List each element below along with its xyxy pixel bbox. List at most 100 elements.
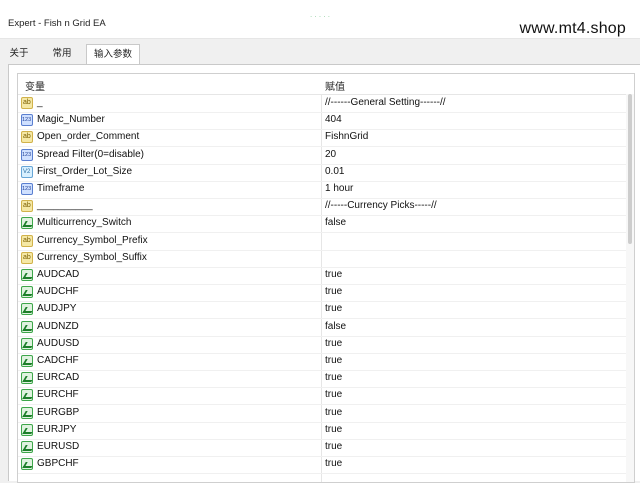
bool-type-icon	[21, 320, 33, 333]
bool-type-icon	[21, 269, 33, 281]
tab-panel: 变量 赋值 _ //------General Setting------// Ma…	[8, 64, 640, 483]
bool-type-icon	[21, 355, 33, 367]
param-value[interactable]: 1 hour	[325, 183, 353, 194]
window-titlebar: . . . . . Expert - Fish n Grid EA www.mt…	[0, 0, 640, 39]
table-row[interactable]: Open_order_Comment FishnGrid	[18, 129, 626, 148]
param-value[interactable]: true	[325, 407, 342, 418]
param-value[interactable]: true	[325, 441, 342, 452]
param-name: Magic_Number	[37, 114, 105, 126]
table-row[interactable]: AUDUSD true	[18, 336, 626, 354]
bool-type-icon	[21, 406, 33, 419]
table-row[interactable]: EURGBP true	[18, 405, 626, 423]
header-variable[interactable]: 变量	[25, 78, 45, 93]
bool-type-icon	[21, 458, 33, 471]
param-value[interactable]: 0.01	[325, 166, 344, 177]
param-name: CADCHF	[37, 355, 79, 366]
param-name: Open_order_Comment	[37, 131, 140, 143]
bool-type-icon	[21, 303, 33, 316]
table-row[interactable]: Timeframe 1 hour	[18, 181, 626, 199]
param-value[interactable]: 404	[325, 114, 342, 125]
param-name: EURCAD	[37, 372, 80, 384]
string-type-icon	[21, 234, 33, 247]
header-value[interactable]: 赋值	[325, 78, 345, 93]
param-value[interactable]: true	[325, 355, 342, 366]
param-name: Currency_Symbol_Prefix	[37, 234, 148, 246]
parameters-table: 变量 赋值 _ //------General Setting------// Ma…	[17, 73, 635, 483]
table-row[interactable]: EURCHF true	[18, 387, 626, 406]
param-name: EURGBP	[37, 406, 80, 418]
bool-type-icon	[21, 441, 33, 453]
param-value[interactable]: true	[325, 372, 342, 383]
string-type-icon	[21, 97, 33, 109]
table-row[interactable]: EURCAD true	[18, 370, 626, 389]
param-value[interactable]: false	[325, 321, 346, 332]
param-name: EURJPY	[37, 423, 77, 435]
param-name: Currency_Symbol_Suffix	[37, 251, 147, 263]
param-name: EURUSD	[37, 441, 80, 452]
param-name: Timeframe	[37, 183, 85, 194]
table-row[interactable]: Multicurrency_Switch false	[18, 215, 626, 234]
bool-type-icon	[21, 389, 33, 402]
bool-type-icon	[21, 372, 33, 385]
tab-strip: 关于 常用 输入参数	[0, 44, 640, 66]
param-name: GBPCHF	[37, 458, 79, 470]
watermark: www.mt4.shop	[519, 20, 626, 37]
table-row[interactable]: Currency_Symbol_Suffix	[18, 250, 626, 268]
param-name: Multicurrency_Switch	[37, 217, 132, 229]
table-row[interactable]: Magic_Number 404	[18, 112, 626, 131]
param-name: AUDJPY	[37, 303, 77, 315]
table-row[interactable]: AUDNZD false	[18, 319, 626, 337]
bool-type-icon	[21, 423, 33, 436]
table-row[interactable]: EURUSD true	[18, 439, 626, 457]
param-value[interactable]: //------General Setting------//	[325, 97, 446, 108]
param-name: Spread Filter(0=disable)	[37, 148, 144, 160]
titlebar-dots: . . . . .	[310, 10, 331, 19]
table-row[interactable]: _ //------General Setting------//	[18, 95, 626, 113]
param-name: First_Order_Lot_Size	[37, 165, 133, 177]
param-value[interactable]: FishnGrid	[325, 131, 368, 142]
table-row[interactable]: First_Order_Lot_Size 0.01	[18, 164, 626, 182]
param-value[interactable]: true	[325, 303, 342, 314]
string-type-icon	[21, 251, 33, 264]
param-name: EURCHF	[37, 389, 79, 401]
param-name: AUDCHF	[37, 286, 79, 298]
table-row[interactable]: AUDJPY true	[18, 301, 626, 320]
tab-common[interactable]: 常用	[46, 44, 78, 64]
table-row[interactable]: Spread Filter(0=disable) 20	[18, 147, 626, 165]
table-row[interactable]: AUDCAD true	[18, 267, 626, 285]
vertical-scrollbar[interactable]	[626, 94, 634, 482]
param-name: AUDNZD	[37, 320, 79, 332]
param-name: __________	[37, 200, 93, 212]
integer-type-icon	[21, 183, 33, 195]
table-row[interactable]: CADCHF true	[18, 353, 626, 371]
double-type-icon	[21, 165, 33, 178]
param-value[interactable]: true	[325, 338, 342, 349]
param-value[interactable]: true	[325, 389, 342, 400]
bool-type-icon	[21, 217, 33, 230]
bool-type-icon	[21, 286, 33, 299]
param-name: AUDCAD	[37, 269, 80, 280]
table-row[interactable]: __________ //-----Currency Picks-----//	[18, 198, 626, 217]
param-value[interactable]: true	[325, 286, 342, 297]
scrollbar-thumb[interactable]	[628, 94, 632, 244]
table-row[interactable]: AUDCHF true	[18, 284, 626, 303]
tab-about[interactable]: 关于	[6, 44, 32, 64]
integer-type-icon	[21, 148, 33, 161]
param-value[interactable]: 20	[325, 149, 336, 160]
param-name: AUDUSD	[37, 337, 80, 349]
param-value[interactable]: true	[325, 458, 342, 469]
param-value[interactable]: //-----Currency Picks-----//	[325, 200, 437, 211]
table-row[interactable]: EURJPY true	[18, 422, 626, 440]
string-type-icon	[21, 131, 33, 144]
param-value[interactable]: true	[325, 269, 342, 280]
table-row[interactable]: Currency_Symbol_Prefix	[18, 233, 626, 251]
table-header: 变量 赋值	[18, 74, 634, 95]
tab-inputs[interactable]: 输入参数	[86, 44, 140, 66]
param-value[interactable]: true	[325, 424, 342, 435]
integer-type-icon	[21, 114, 33, 127]
table-row[interactable]: GBPCHF true	[18, 456, 626, 475]
param-name: _	[37, 97, 43, 108]
window-title: Expert - Fish n Grid EA	[8, 18, 106, 29]
string-type-icon	[21, 200, 33, 213]
param-value[interactable]: false	[325, 217, 346, 228]
